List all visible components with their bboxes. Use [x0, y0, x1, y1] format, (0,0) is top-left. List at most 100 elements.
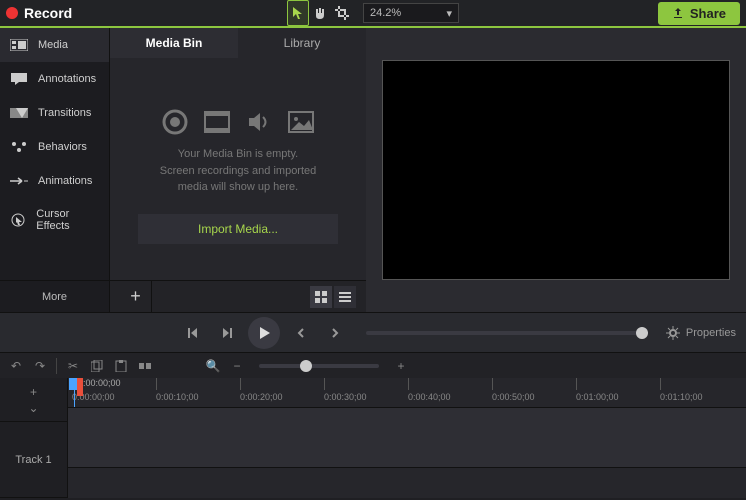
zoom-slider-handle[interactable] [300, 360, 312, 372]
gear-icon [666, 326, 680, 340]
select-tool[interactable] [287, 0, 309, 26]
zoom-in-button[interactable]: + [391, 356, 411, 376]
next-frame-button[interactable] [214, 320, 240, 346]
list-icon [339, 291, 351, 303]
zoom-out-button[interactable]: − [227, 356, 247, 376]
sidebar-item-label: Cursor Effects [36, 208, 99, 232]
more-label: More [42, 291, 67, 303]
split-button[interactable] [135, 356, 155, 376]
behaviors-icon [10, 140, 28, 154]
scrubber-handle[interactable] [636, 327, 648, 339]
track-lane-1[interactable] [68, 408, 746, 468]
properties-label: Properties [686, 327, 736, 339]
sidebar-item-label: Animations [38, 175, 92, 187]
ruler-tick: 0:00:10;00 [156, 392, 199, 402]
sidebar-item-annotations[interactable]: Annotations [0, 62, 109, 96]
separator [56, 358, 57, 374]
sidebar-item-cursor-effects[interactable]: Cursor Effects [0, 198, 109, 242]
ruler-tick: 0:00:50;00 [492, 392, 535, 402]
ruler-tick: 0:01:00;00 [576, 392, 619, 402]
chevron-left-icon [294, 326, 308, 340]
prev-marker-button[interactable] [288, 320, 314, 346]
tab-media-bin[interactable]: Media Bin [110, 28, 238, 58]
empty-bin-icons [161, 108, 315, 136]
list-view-toggle[interactable] [334, 286, 356, 308]
chevron-down-icon: ⌄ [28, 401, 38, 415]
crop-tool[interactable] [331, 0, 353, 26]
pointer-icon [291, 6, 305, 20]
next-marker-button[interactable] [322, 320, 348, 346]
sidebar-item-transitions[interactable]: Transitions [0, 96, 109, 130]
collapse-tracks-button[interactable]: ⌄ [25, 401, 43, 415]
image-icon [287, 108, 315, 136]
import-media-button[interactable]: Import Media... [138, 214, 338, 244]
copy-button[interactable] [87, 356, 107, 376]
tab-library[interactable]: Library [238, 28, 366, 58]
share-button[interactable]: Share [658, 2, 740, 25]
sidebar-item-behaviors[interactable]: Behaviors [0, 130, 109, 164]
grid-icon [315, 291, 327, 303]
animations-icon [10, 174, 28, 188]
current-time-readout: 0:00:00;00 [78, 378, 121, 388]
zoom-search-button[interactable]: 🔍 [203, 356, 223, 376]
add-media-button[interactable]: + [120, 281, 152, 313]
step-back-icon [186, 326, 200, 340]
step-forward-icon [220, 326, 234, 340]
copy-icon [91, 360, 103, 372]
record-dot-icon [6, 7, 18, 19]
timeline-ruler[interactable]: 0:00:00;00 0:00:00;000:00:10;000:00:20;0… [68, 378, 746, 408]
paste-button[interactable] [111, 356, 131, 376]
track-label: Track 1 [15, 454, 51, 466]
properties-button[interactable]: Properties [666, 326, 736, 340]
sidebar-item-label: Annotations [38, 73, 96, 85]
grid-view-toggle[interactable] [310, 286, 332, 308]
timeline-zoom-slider[interactable] [259, 364, 379, 368]
cursor-effects-icon [10, 213, 26, 227]
plus-icon: + [30, 385, 37, 399]
sidebar-item-media[interactable]: Media [0, 28, 109, 62]
track-header-1[interactable]: Track 1 [0, 422, 67, 498]
crop-icon [335, 6, 349, 20]
play-icon [256, 325, 272, 341]
tab-label: Library [284, 36, 321, 50]
import-label: Import Media... [198, 222, 278, 236]
record-circle-icon [161, 108, 189, 136]
empty-text-line: Your Media Bin is empty. [160, 146, 317, 163]
undo-button[interactable]: ↶ [6, 356, 26, 376]
zoom-value: 24.2% [370, 7, 401, 19]
undo-icon: ↶ [11, 359, 21, 373]
empty-text-line: media will show up here. [160, 179, 317, 196]
add-track-button[interactable]: + [25, 385, 43, 399]
prev-frame-button[interactable] [180, 320, 206, 346]
tab-label: Media Bin [146, 36, 203, 50]
cut-button[interactable]: ✂ [63, 356, 83, 376]
plus-icon: + [130, 286, 141, 307]
ruler-tick: 0:00:40;00 [408, 392, 451, 402]
transitions-icon [10, 106, 28, 120]
scissors-icon: ✂ [68, 359, 78, 373]
play-button[interactable] [248, 317, 280, 349]
redo-icon: ↷ [35, 359, 45, 373]
playback-scrubber[interactable] [366, 331, 648, 335]
sidebar-item-label: Media [38, 39, 68, 51]
sidebar-more-button[interactable]: More [0, 280, 109, 312]
hand-icon [313, 6, 327, 20]
annotations-icon [10, 72, 28, 86]
ruler-tick: 0:00:30;00 [324, 392, 367, 402]
magnifier-icon: 🔍 [206, 359, 221, 373]
redo-button[interactable]: ↷ [30, 356, 50, 376]
record-button[interactable]: Record [6, 5, 72, 21]
paste-icon [115, 360, 127, 372]
sidebar-item-animations[interactable]: Animations [0, 164, 109, 198]
preview-canvas[interactable] [382, 60, 730, 280]
canvas-zoom-dropdown[interactable]: 24.2% ▾ [363, 3, 459, 23]
share-label: Share [690, 6, 726, 21]
playhead[interactable] [74, 378, 75, 407]
ruler-tick: 0:01:10;00 [660, 392, 703, 402]
sidebar-item-label: Transitions [38, 107, 91, 119]
pan-tool[interactable] [309, 0, 331, 26]
chevron-down-icon: ▾ [446, 7, 452, 20]
sidebar-item-label: Behaviors [38, 141, 87, 153]
ruler-tick: 0:00:20;00 [240, 392, 283, 402]
minus-icon: − [233, 359, 240, 373]
